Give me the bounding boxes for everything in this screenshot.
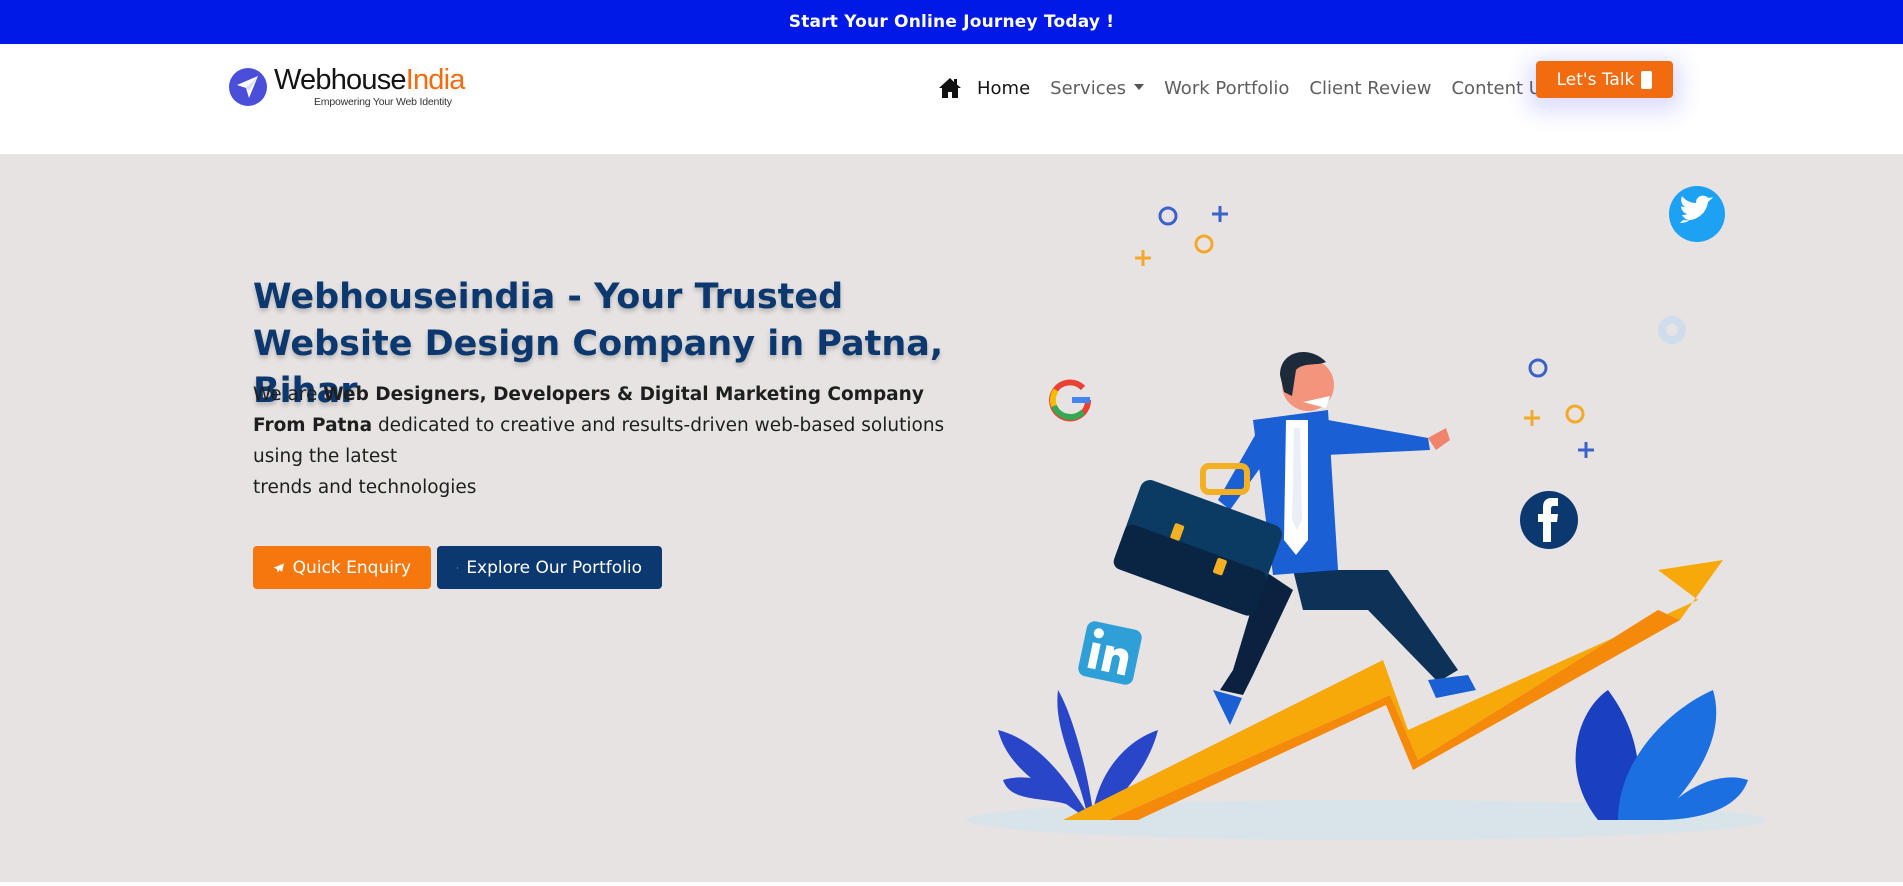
lets-talk-button[interactable]: Let's Talk <box>1536 61 1673 98</box>
lets-talk-label: Let's Talk <box>1556 69 1635 90</box>
decorations <box>1135 206 1594 458</box>
logo-name: WebhouseIndia <box>274 64 465 96</box>
hero-desc-line2: trends and technologies <box>253 477 477 498</box>
linkedin-icon <box>1078 621 1142 685</box>
announcement-text: Start Your Online Journey Today ! <box>788 12 1115 32</box>
site-logo[interactable]: WebhouseIndia Empowering Your Web Identi… <box>228 62 465 109</box>
explore-portfolio-label: Explore Our Portfolio <box>466 557 642 578</box>
quick-enquiry-label: Quick Enquiry <box>292 557 411 578</box>
nav-client-review[interactable]: Client Review <box>1309 78 1431 99</box>
businessman-figure <box>1113 352 1476 725</box>
nav-work-portfolio[interactable]: Work Portfolio <box>1164 78 1289 99</box>
gear-icon <box>1658 316 1686 344</box>
paper-plane-icon <box>273 562 285 573</box>
paper-plane-logo-icon <box>229 68 267 106</box>
announcement-bar: Start Your Online Journey Today ! <box>0 0 1903 44</box>
nav-services-label: Services <box>1050 77 1127 99</box>
home-icon[interactable] <box>938 77 962 99</box>
nav-services[interactable]: Services <box>1050 77 1145 99</box>
nav-home[interactable]: Home <box>977 78 1030 99</box>
phone-icon <box>1641 70 1653 89</box>
facebook-icon <box>1520 491 1578 549</box>
google-icon <box>1049 379 1092 422</box>
main-nav: Home Services Work Portfolio Client Revi… <box>938 72 1571 104</box>
hero-description: We are Web Designers, Developers & Digit… <box>253 379 953 503</box>
plant-right <box>1575 690 1748 820</box>
quick-enquiry-button[interactable]: Quick Enquiry <box>253 546 431 589</box>
hero-illustration <box>966 186 1766 840</box>
bolt-icon <box>457 566 459 569</box>
hero-section: Webhouseindia - Your Trusted Website Des… <box>0 154 1903 882</box>
logo-text: WebhouseIndia Empowering Your Web Identi… <box>274 64 465 108</box>
chevron-down-icon <box>1134 83 1145 90</box>
logo-tagline: Empowering Your Web Identity <box>314 96 452 108</box>
hero-desc-intro: We are <box>253 384 324 405</box>
explore-portfolio-button[interactable]: Explore Our Portfolio <box>437 546 662 589</box>
twitter-icon <box>1669 186 1725 242</box>
